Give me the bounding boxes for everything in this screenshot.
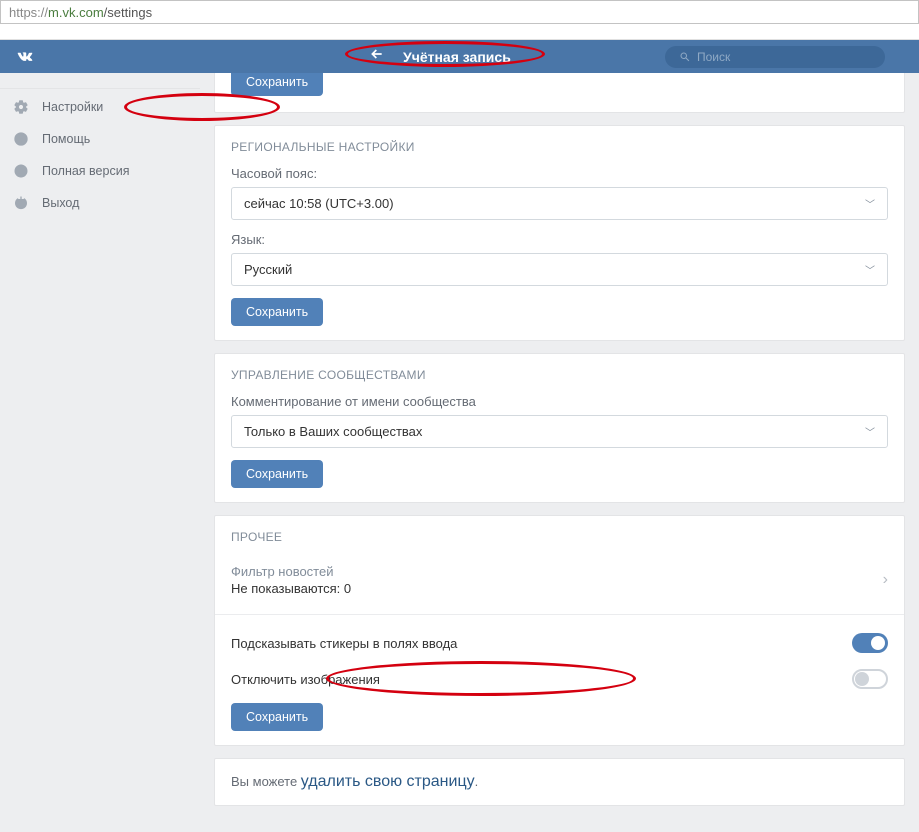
communities-card: УПРАВЛЕНИЕ СООБЩЕСТВАМИ Комментирование … (214, 353, 905, 503)
sidebar-item-label: Помощь (42, 132, 90, 146)
chevron-down-icon: ﹀ (865, 424, 875, 439)
delete-prefix: Вы можете (231, 774, 301, 789)
url-path: /settings (104, 5, 152, 20)
newsfilter-row[interactable]: Фильтр новостей Не показываются: 0 › (231, 556, 888, 604)
sidebar-item-label: Полная версия (42, 164, 129, 178)
images-label: Отключить изображения (231, 672, 380, 687)
search-placeholder: Поиск (697, 50, 730, 64)
comment-value: Только в Ваших сообществах (244, 424, 422, 439)
vk-logo[interactable] (14, 46, 154, 68)
main-content: Сохранить РЕГИОНАЛЬНЫЕ НАСТРОЙКИ Часовой… (200, 73, 919, 832)
regional-settings-card: РЕГИОНАЛЬНЫЕ НАСТРОЙКИ Часовой пояс: сей… (214, 125, 905, 341)
images-toggle[interactable] (852, 669, 888, 689)
chevron-right-icon: › (883, 571, 888, 589)
chevron-down-icon: ﹀ (865, 262, 875, 277)
stickers-label: Подсказывать стикеры в полях ввода (231, 636, 457, 651)
language-value: Русский (244, 262, 292, 277)
language-label: Язык: (231, 232, 888, 247)
save-button-regional[interactable]: Сохранить (231, 298, 323, 326)
timezone-value: сейчас 10:58 (UTC+3.00) (244, 196, 394, 211)
delete-suffix: . (475, 774, 479, 789)
sidebar-item-settings[interactable]: Настройки (0, 91, 200, 123)
globe-icon (12, 162, 30, 180)
timezone-select[interactable]: сейчас 10:58 (UTC+3.00) ﹀ (231, 187, 888, 220)
url-protocol: https:// (9, 5, 48, 20)
newsfilter-label: Фильтр новостей (231, 564, 351, 579)
newsfilter-value: Не показываются: 0 (231, 581, 351, 596)
language-select[interactable]: Русский ﹀ (231, 253, 888, 286)
sidebar: Настройки Помощь Полная версия Выход (0, 73, 200, 832)
sidebar-item-label: Выход (42, 196, 79, 210)
section-title-other: ПРОЧЕЕ (231, 530, 888, 544)
delete-account-card: Вы можете удалить свою страницу. (214, 758, 905, 806)
sidebar-item-label: Настройки (42, 100, 103, 114)
comment-select[interactable]: Только в Ваших сообществах ﹀ (231, 415, 888, 448)
url-bar[interactable]: https://m.vk.com/settings (0, 0, 919, 24)
page-title: Учётная запись (403, 49, 511, 65)
timezone-label: Часовой пояс: (231, 166, 888, 181)
images-row: Отключить изображения (231, 661, 888, 697)
help-icon (12, 130, 30, 148)
power-icon (12, 194, 30, 212)
back-arrow-icon[interactable] (369, 46, 385, 67)
sidebar-item-logout[interactable]: Выход (0, 187, 200, 219)
header: Учётная запись Поиск (0, 40, 919, 73)
card-cutoff: Сохранить (214, 73, 905, 113)
other-card: ПРОЧЕЕ Фильтр новостей Не показываются: … (214, 515, 905, 746)
section-title-communities: УПРАВЛЕНИЕ СООБЩЕСТВАМИ (231, 368, 888, 382)
sidebar-item-fullversion[interactable]: Полная версия (0, 155, 200, 187)
chevron-down-icon: ﹀ (865, 196, 875, 211)
gear-icon (12, 98, 30, 116)
save-button-communities[interactable]: Сохранить (231, 460, 323, 488)
stickers-toggle[interactable] (852, 633, 888, 653)
search-input[interactable]: Поиск (665, 46, 885, 68)
search-icon (679, 51, 691, 63)
section-title-regional: РЕГИОНАЛЬНЫЕ НАСТРОЙКИ (231, 140, 888, 154)
comment-label: Комментирование от имени сообщества (231, 394, 888, 409)
sidebar-item-help[interactable]: Помощь (0, 123, 200, 155)
url-domain: m.vk.com (48, 5, 104, 20)
stickers-row: Подсказывать стикеры в полях ввода (231, 625, 888, 661)
delete-page-link[interactable]: удалить свою страницу (301, 773, 475, 790)
save-button-other[interactable]: Сохранить (231, 703, 323, 731)
